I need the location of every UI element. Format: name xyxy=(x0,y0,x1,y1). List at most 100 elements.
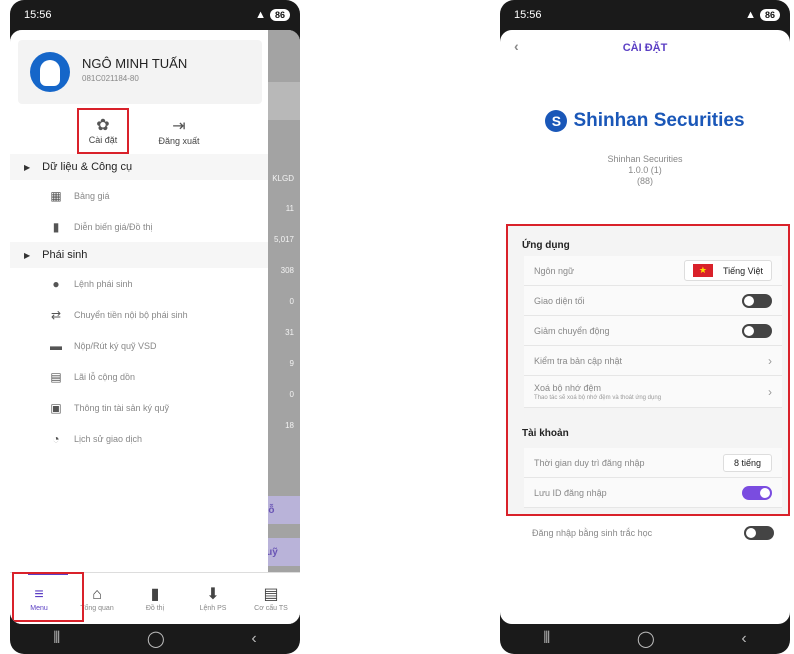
reduce-motion-toggle[interactable] xyxy=(742,323,772,338)
signal-icon: ▲ xyxy=(745,9,756,21)
status-time: 15:56 xyxy=(514,9,542,21)
settings-header: ‹ CÀI ĐẶT xyxy=(500,30,790,66)
biometric-login-toggle[interactable] xyxy=(744,526,774,540)
tab-portfolio[interactable]: ▤ Cơ cấu TS xyxy=(246,585,296,612)
order-ps-icon: ⬇ xyxy=(206,586,220,603)
settings-label: Cài đặt xyxy=(88,135,118,145)
expand-triangle-icon: ▶ xyxy=(24,250,31,260)
menu-item-derivative-order[interactable]: ● Lệnh phái sinh xyxy=(10,268,268,299)
tab-chart[interactable]: ▮ Đồ thị xyxy=(130,585,180,612)
status-icons: ▲ 86 xyxy=(255,9,290,21)
quick-actions: ✿ Cài đặt ⇥ Đăng xuất xyxy=(10,108,268,154)
gear-icon: ✿ xyxy=(96,117,110,134)
menu-item-label: Lệnh phái sinh xyxy=(74,278,133,289)
bg-value: 5,017 xyxy=(273,235,294,244)
settings-button[interactable]: ✿ Cài đặt xyxy=(77,108,129,154)
menu-item-label: Lịch sử giao dịch xyxy=(74,433,143,444)
tab-label: Cơ cấu TS xyxy=(254,605,288,612)
section-derivatives[interactable]: ▶ Phái sinh xyxy=(10,242,268,268)
clear-cache-row[interactable]: Xoá bộ nhớ đệm Thao tác sẽ xoá bộ nhớ đệ… xyxy=(524,376,782,408)
menu-item-cumulative-pl[interactable]: ▤ Lãi lỗ cộng dồn xyxy=(10,361,268,392)
battery-badge: 86 xyxy=(759,9,780,21)
menu-item-vsd-deposit[interactable]: ▬ Nộp/Rút ký quỹ VSD xyxy=(10,330,268,361)
menu-item-label: Chuyển tiền nội bộ phái sinh xyxy=(74,309,188,320)
asset-info-icon: ▣ xyxy=(50,400,62,415)
shinhan-logo-icon: S xyxy=(545,110,568,132)
avatar xyxy=(30,52,70,92)
reduce-motion-row: Giảm chuyển động xyxy=(524,316,782,346)
menu-item-margin-assets[interactable]: ▣ Thông tin tài sản ký quỹ xyxy=(10,392,268,423)
language-selector[interactable]: ★ Tiếng Việt xyxy=(683,260,772,281)
tab-derivative-orders[interactable]: ⬇ Lệnh PS xyxy=(188,585,238,612)
menu-item-label: Diễn biến giá/Đồ thị xyxy=(74,221,153,232)
home-button-icon[interactable]: ◯ xyxy=(637,629,655,649)
menu-item-label: Bảng giá xyxy=(74,190,110,201)
bg-column-header: KLGD xyxy=(272,174,294,183)
app-build: (88) xyxy=(636,176,653,186)
bg-value: 308 xyxy=(280,266,294,275)
menu-item-price-chart[interactable]: ▮ Diễn biến giá/Đồ thị xyxy=(10,211,268,242)
chart-icon: ▮ xyxy=(150,586,160,603)
chevron-right-icon: › xyxy=(768,384,772,399)
status-bar: 15:56 ▲ 86 xyxy=(500,0,790,30)
clear-cache-description: Thao tác sẽ xoá bộ nhớ đệm và thoát ứng … xyxy=(534,394,662,401)
language-row[interactable]: Ngôn ngữ ★ Tiếng Việt xyxy=(524,256,782,286)
profile-account-id: 081C021184-80 xyxy=(82,74,139,83)
menu-item-internal-transfer[interactable]: ⇄ Chuyển tiền nội bộ phái sinh xyxy=(10,299,268,330)
status-time: 15:56 xyxy=(24,9,52,21)
group-title-account: Tài khoản xyxy=(522,427,569,439)
back-icon[interactable]: ‹ xyxy=(741,630,746,648)
price-board-icon: ▦ xyxy=(50,188,62,203)
session-duration-row: Thời gian duy trì đăng nhập 8 tiếng xyxy=(524,448,782,478)
tab-label: Đồ thị xyxy=(145,605,165,612)
deposit-icon: ▬ xyxy=(50,338,62,353)
menu-item-label: Thông tin tài sản ký quỹ xyxy=(74,402,170,413)
expand-triangle-icon: ▶ xyxy=(24,162,31,172)
section-title: Dữ liệu & Công cụ xyxy=(42,161,133,173)
recent-apps-icon[interactable]: ⦀ xyxy=(543,630,550,648)
section-data-tools[interactable]: ▶ Dữ liệu & Công cụ xyxy=(10,154,268,180)
save-login-id-row: Lưu ID đăng nhập xyxy=(524,478,782,508)
menu-item-label: Nộp/Rút ký quỹ VSD xyxy=(74,340,157,351)
recent-apps-icon[interactable]: ⦀ xyxy=(53,630,60,648)
logout-button[interactable]: ⇥ Đăng xuất xyxy=(157,110,201,154)
phone-right: 15:56 ▲ 86 ‹ CÀI ĐẶT S Shinhan Securitie… xyxy=(500,0,790,654)
settings-screen: ‹ CÀI ĐẶT S Shinhan Securities Shinhan S… xyxy=(500,30,790,624)
bg-value: 9 xyxy=(289,359,294,368)
bottom-tab-bar: ≡ Menu ⌂ Tổng quan ▮ Đồ thị ⬇ Lệnh PS ▤ … xyxy=(10,572,300,624)
profit-loss-icon: ▤ xyxy=(50,369,62,384)
dark-mode-label: Giao diện tối xyxy=(534,295,585,306)
dark-mode-row: Giao diện tối xyxy=(524,286,782,316)
session-duration-selector[interactable]: 8 tiếng xyxy=(722,453,772,472)
save-login-id-toggle[interactable] xyxy=(742,485,772,500)
home-button-icon[interactable]: ◯ xyxy=(147,629,165,649)
chevron-right-icon: › xyxy=(768,353,772,368)
status-bar: 15:56 ▲ 86 xyxy=(10,0,300,30)
status-icons: ▲ 86 xyxy=(745,9,780,21)
section-title: Phái sinh xyxy=(42,249,88,261)
profile-name: NGÔ MINH TUẤN xyxy=(82,56,188,71)
tab-label: Tổng quan xyxy=(80,605,114,612)
menu-item-price-board[interactable]: ▦ Bảng giá xyxy=(10,180,268,211)
group-title-app: Ứng dụng xyxy=(522,239,570,251)
settings-highlight-box: Ứng dụng Ngôn ngữ ★ Tiếng Việt Giao diện… xyxy=(506,224,790,516)
reduce-motion-label: Giảm chuyển động xyxy=(534,325,610,336)
android-nav-bar: ⦀ ◯ ‹ xyxy=(10,624,300,654)
bg-value: 0 xyxy=(289,297,294,306)
check-update-row[interactable]: Kiểm tra bản cập nhật › xyxy=(524,346,782,376)
side-drawer: NGÔ MINH TUẤN 081C021184-80 ✿ Cài đặt ⇥ … xyxy=(10,30,268,572)
tab-label: Lệnh PS xyxy=(199,605,227,612)
background-band xyxy=(268,82,300,120)
bg-value: 31 xyxy=(285,328,294,337)
back-icon[interactable]: ‹ xyxy=(251,630,256,648)
language-value: Tiếng Việt xyxy=(722,265,763,276)
menu-tab-highlight xyxy=(12,572,84,622)
dark-mode-toggle[interactable] xyxy=(742,293,772,308)
back-arrow-icon[interactable]: ‹ xyxy=(514,38,519,54)
menu-item-trade-history[interactable]: ◔ Lịch sử giao dịch xyxy=(10,423,268,454)
bg-value: 11 xyxy=(285,204,294,213)
profile-card[interactable]: NGÔ MINH TUẤN 081C021184-80 xyxy=(18,40,262,104)
page-title: CÀI ĐẶT xyxy=(622,42,668,54)
logout-icon: ⇥ xyxy=(172,118,186,135)
clear-cache-label: Xoá bộ nhớ đệm xyxy=(534,382,601,393)
